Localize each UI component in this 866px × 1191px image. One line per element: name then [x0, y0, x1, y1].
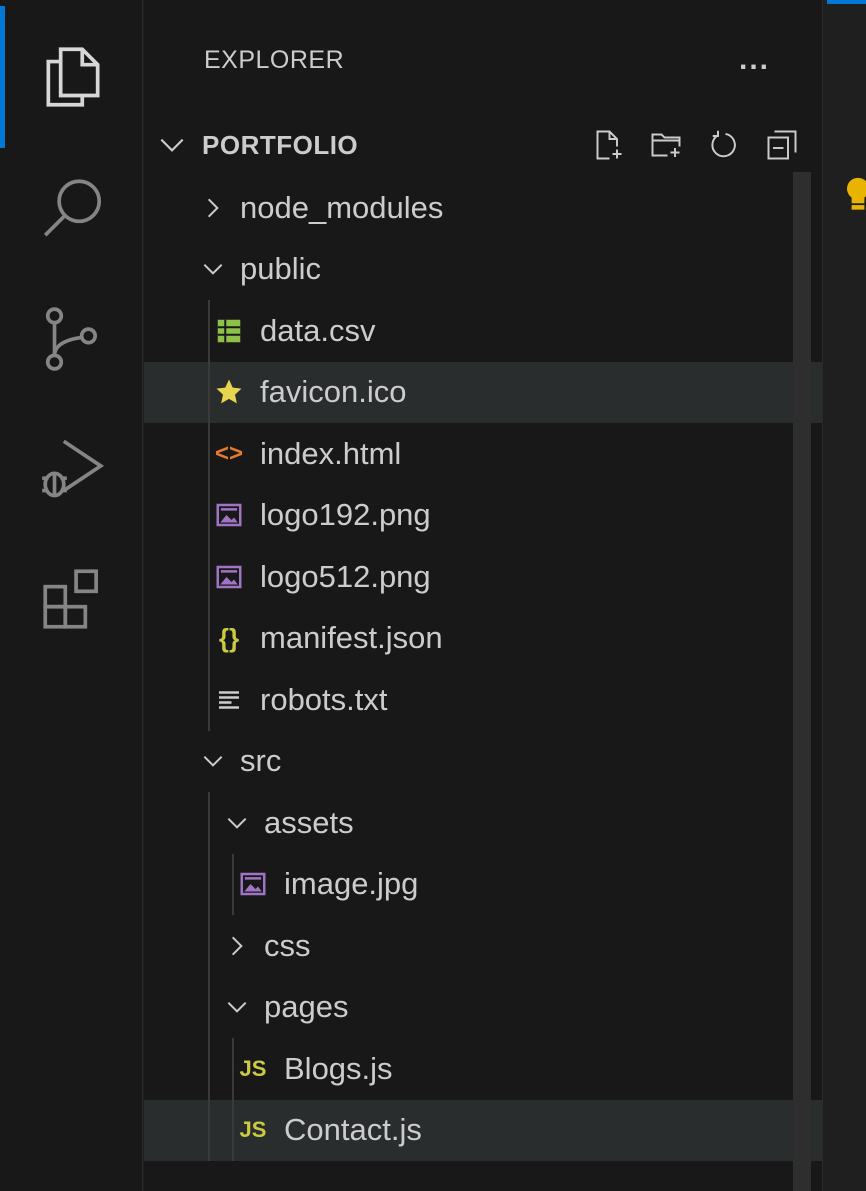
editor-area	[822, 0, 866, 1191]
workspace-folder-header[interactable]: PORTFOLIO	[156, 118, 822, 172]
star-icon	[212, 375, 246, 409]
tree-item-label: node_modules	[240, 189, 444, 225]
tree-item-label: manifest.json	[260, 620, 443, 656]
tree-item-label: Contact.js	[284, 1112, 422, 1148]
tree-file-index-html[interactable]: <> index.html	[144, 423, 822, 485]
indent-guide	[208, 669, 210, 731]
tree-item-label: robots.txt	[260, 681, 388, 717]
tree-file-image-jpg[interactable]: image.jpg	[144, 853, 822, 915]
text-icon	[212, 683, 246, 717]
activity-bar	[0, 0, 143, 1191]
active-indicator	[0, 6, 5, 148]
indent-guide	[208, 1099, 210, 1161]
explorer-title: EXPLORER	[204, 45, 345, 74]
tree-item-label: Blogs.js	[284, 1050, 393, 1086]
tree-folder-css[interactable]: css	[144, 915, 822, 977]
image-icon	[212, 560, 246, 594]
image-icon	[236, 867, 270, 901]
html-icon: <>	[214, 439, 244, 467]
tree-folder-assets[interactable]: assets	[144, 792, 822, 854]
indent-guide	[232, 1038, 234, 1100]
sidebar-header: EXPLORER ...	[204, 38, 822, 82]
tree-item-label: src	[240, 743, 282, 779]
tree-folder-public[interactable]: public	[144, 239, 822, 301]
tree-item-label: public	[240, 251, 321, 287]
refresh-icon[interactable]	[704, 125, 744, 165]
indent-guide	[208, 484, 210, 546]
scrollbar[interactable]	[793, 172, 811, 1191]
tree-item-label: index.html	[260, 435, 402, 471]
chevron-down-icon	[222, 992, 252, 1022]
new-file-icon[interactable]	[588, 125, 628, 165]
tree-item-label: data.csv	[260, 312, 376, 348]
tree-item-label: pages	[264, 989, 349, 1025]
tree-file-robots-txt[interactable]: robots.txt	[144, 669, 822, 731]
js-icon: JS	[239, 1117, 267, 1143]
indent-guide	[232, 853, 234, 915]
tree-folder-pages[interactable]: pages	[144, 976, 822, 1038]
workspace-folder-name: PORTFOLIO	[202, 129, 359, 160]
tree-item-label: css	[264, 927, 311, 963]
chevron-down-icon	[198, 746, 228, 776]
explorer-sidebar: EXPLORER ... PORTFOLIO node_modules publ…	[144, 0, 822, 1191]
tree-file-contact-js[interactable]: JS Contact.js	[144, 1099, 822, 1161]
indent-guide	[208, 546, 210, 608]
indent-guide	[208, 792, 210, 854]
tree-file-manifest-json[interactable]: {} manifest.json	[144, 607, 822, 669]
run-debug-icon[interactable]	[30, 426, 116, 512]
indent-guide	[208, 915, 210, 977]
tree-item-label: image.jpg	[284, 866, 419, 902]
tree-folder-src[interactable]: src	[144, 731, 822, 793]
collapse-all-icon[interactable]	[762, 125, 802, 165]
tree-item-label: logo512.png	[260, 558, 431, 594]
indent-guide	[232, 1099, 234, 1161]
extensions-icon[interactable]	[30, 556, 116, 642]
source-control-icon[interactable]	[30, 296, 116, 382]
lightbulb-icon[interactable]	[843, 176, 866, 216]
new-folder-icon[interactable]	[646, 125, 686, 165]
json-icon: {}	[218, 622, 240, 653]
indent-guide	[208, 607, 210, 669]
tree-file-data-csv[interactable]: data.csv	[144, 300, 822, 362]
chevron-down-icon	[222, 808, 252, 838]
chevron-down-icon	[160, 138, 184, 152]
chevron-down-icon	[198, 254, 228, 284]
image-icon	[212, 498, 246, 532]
chevron-right-icon	[198, 193, 228, 223]
tree-item-label: favicon.ico	[260, 374, 407, 410]
js-icon: JS	[239, 1055, 267, 1081]
file-tree: node_modulespublic data.csv favicon.ico <> i…	[144, 177, 822, 1161]
indent-guide	[208, 361, 210, 423]
tree-item-label: logo192.png	[260, 497, 431, 533]
tree-folder-node-modules[interactable]: node_modules	[144, 177, 822, 239]
chevron-right-icon	[222, 931, 252, 961]
indent-guide	[208, 976, 210, 1038]
tree-file-logo192-png[interactable]: logo192.png	[144, 484, 822, 546]
indent-guide	[208, 423, 210, 485]
more-actions-button[interactable]: ...	[739, 38, 770, 82]
tree-file-favicon-ico[interactable]: favicon.ico	[144, 361, 822, 423]
tree-file-blogs-js[interactable]: JS Blogs.js	[144, 1038, 822, 1100]
explorer-icon[interactable]	[30, 34, 116, 120]
csv-icon	[212, 314, 246, 348]
tree-file-logo512-png[interactable]: logo512.png	[144, 546, 822, 608]
active-tab-indicator	[827, 0, 866, 4]
indent-guide	[208, 853, 210, 915]
indent-guide	[208, 1038, 210, 1100]
search-icon[interactable]	[30, 166, 116, 252]
tree-item-label: assets	[264, 804, 354, 840]
indent-guide	[208, 300, 210, 362]
